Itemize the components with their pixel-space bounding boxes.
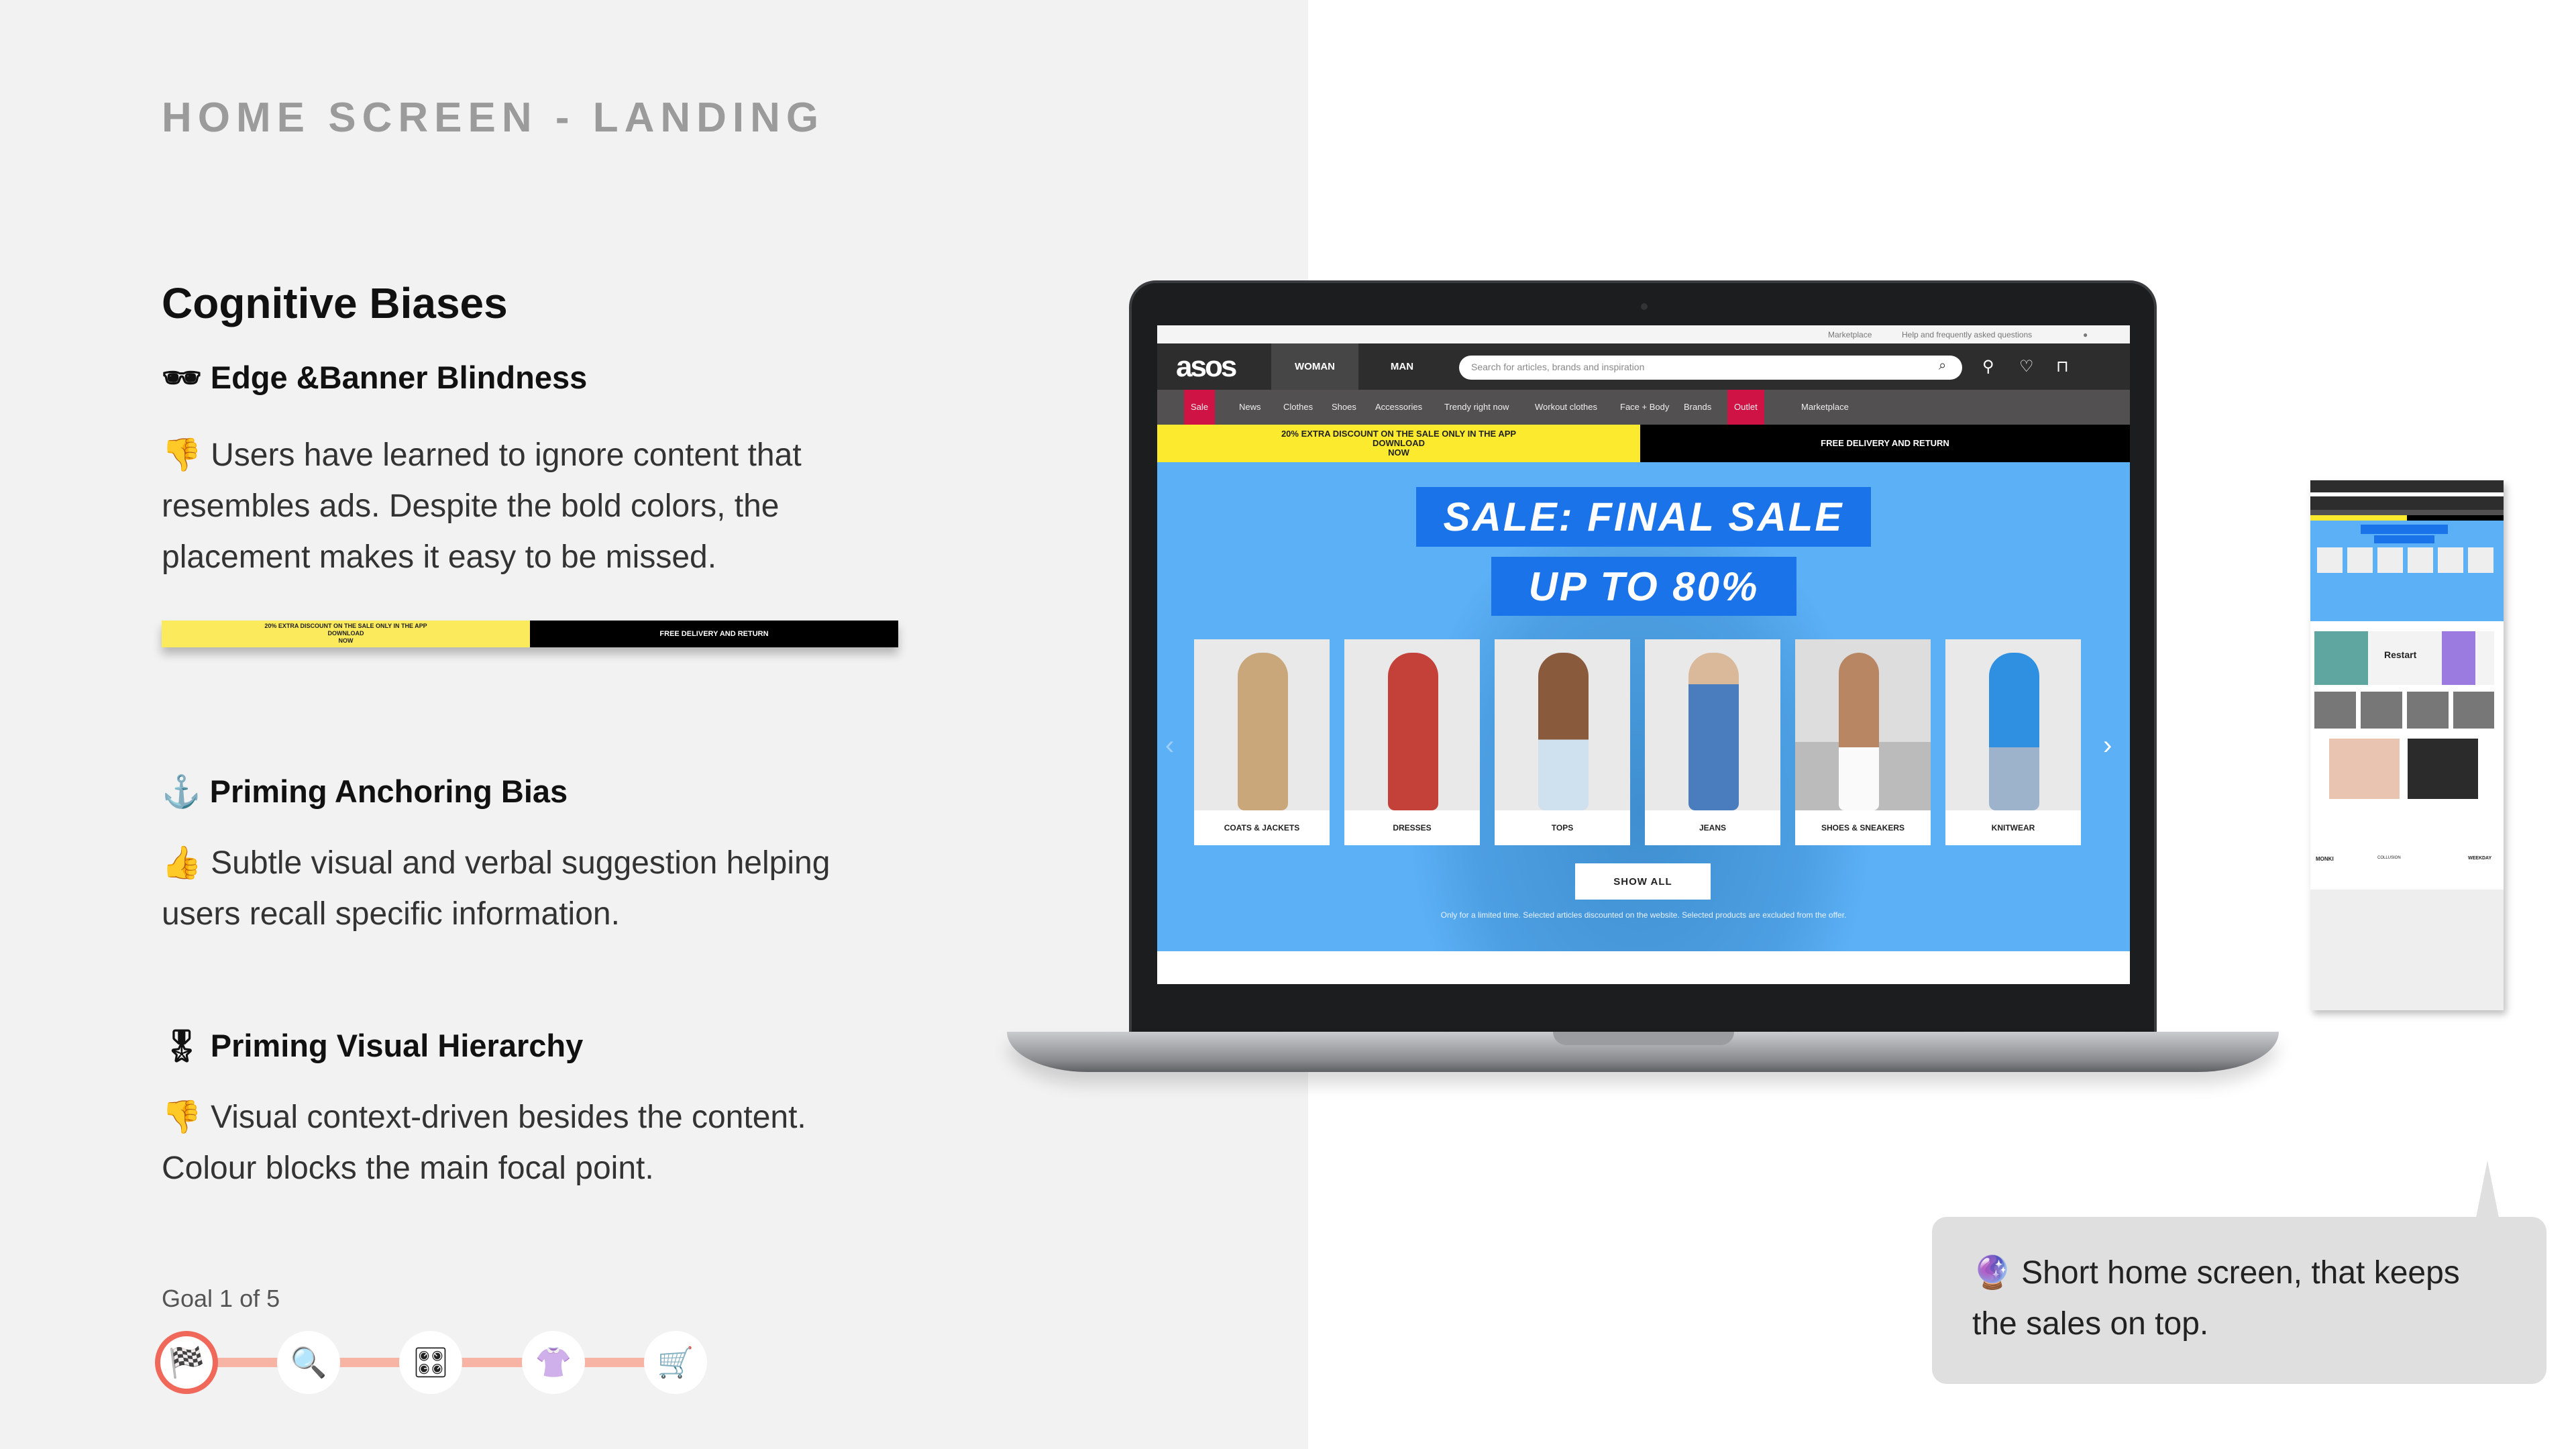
heart-icon[interactable]: ♡ [2019, 357, 2034, 376]
thumb-tiles [2314, 692, 2494, 729]
nav-sale[interactable]: Sale [1184, 390, 1216, 425]
site-header: asos WOMAN MAN Search for articles, bran… [1157, 343, 2130, 390]
thumb-hero-sub [2374, 535, 2434, 543]
account-icon[interactable]: ⚲ [1982, 357, 1994, 376]
thumb-cards [2317, 547, 2497, 573]
section-title: Cognitive Biases [162, 279, 508, 327]
country-flag-icon[interactable]: ● [2083, 330, 2088, 339]
category-card[interactable]: DRESSES [1344, 639, 1480, 845]
goal-step-checkered-flag-icon[interactable]: 🏁 [155, 1331, 218, 1394]
nav-clothes[interactable]: Clothes [1277, 390, 1320, 425]
thumb-banner [2407, 515, 2504, 521]
thumb-valentine [2329, 739, 2400, 799]
bag-icon[interactable]: ⊓ [2056, 357, 2069, 376]
bias-description: 👍 Subtle visual and verbal suggestion he… [162, 845, 830, 932]
speech-bubble: 🔮 Short home screen, that keeps the sale… [1932, 1217, 2546, 1384]
thumbs-down-icon: 👎 [162, 1099, 202, 1135]
marketplace-link[interactable]: Marketplace [1828, 330, 1872, 339]
category-card[interactable]: KNITWEAR [1945, 639, 2081, 845]
bias-description: 👎 Users have learned to ignore content t… [162, 437, 802, 575]
goal-progress-label: Goal 1 of 5 [162, 1285, 280, 1312]
page-title: HOME SCREEN - LANDING [162, 95, 825, 141]
help-link[interactable]: Help and frequently asked questions [1902, 330, 2032, 339]
free-delivery-banner: FREE DELIVERY AND RETURN [530, 621, 898, 647]
utility-bar: Marketplace Help and frequently asked qu… [1157, 325, 2130, 343]
category-card[interactable]: JEANS [1645, 639, 1780, 845]
app-discount-banner: 20% EXTRA DISCOUNT ON THE SALE ONLY IN T… [162, 621, 530, 647]
goal-step-cart-icon[interactable]: 🛒 [644, 1331, 707, 1394]
anchor-icon: ⚓ [162, 773, 201, 809]
asos-logo[interactable]: asos [1176, 350, 1237, 384]
thumbs-up-icon: 👍 [162, 845, 202, 881]
thumb-brand: COLLUSION [2377, 856, 2401, 860]
thumbs-down-icon: 👎 [162, 437, 202, 473]
app-discount-banner[interactable]: 20% EXTRA DISCOUNT ON THE SALE ONLY IN T… [1157, 425, 1640, 462]
show-all-button[interactable]: SHOW ALL [1575, 863, 1711, 900]
nav-face-body[interactable]: Face + Body [1613, 390, 1676, 425]
goal-step-magnifier-icon[interactable]: 🔍 [277, 1331, 340, 1394]
thumb-cookie-bar [2310, 480, 2504, 492]
nav-trendy[interactable]: Trendy right now [1438, 390, 1515, 425]
nav-outlet[interactable]: Outlet [1727, 390, 1764, 425]
nav-brands[interactable]: Brands [1677, 390, 1718, 425]
promo-banner-sample: 20% EXTRA DISCOUNT ON THE SALE ONLY IN T… [162, 621, 898, 647]
thumb-header [2310, 496, 2504, 510]
website-screenshot: Marketplace Help and frequently asked qu… [1157, 325, 2130, 984]
carousel-next-icon[interactable]: › [2103, 731, 2112, 761]
hero-title: SALE: FINAL SALE [1416, 487, 1871, 547]
tab-woman[interactable]: WOMAN [1271, 343, 1358, 390]
category-card[interactable]: TOPS [1495, 639, 1630, 845]
hero-subtitle: UP TO 80% [1491, 557, 1796, 616]
thumb-new-logo [2408, 739, 2478, 799]
nav-shoes[interactable]: Shoes [1325, 390, 1363, 425]
free-delivery-banner[interactable]: FREE DELIVERY AND RETURN [1640, 425, 2130, 462]
sale-disclaimer: Only for a limited time. Selected articl… [1440, 910, 1847, 920]
thumb-brand: WEEKDAY [2468, 856, 2492, 861]
nav-marketplace[interactable]: Marketplace [1794, 390, 1856, 425]
bias-heading: ⚓ Priming Anchoring Bias [162, 773, 568, 809]
thumb-brand: MONKI [2316, 856, 2334, 862]
category-nav: Sale News Clothes Shoes Accessories Tren… [1157, 390, 2130, 425]
crystal-ball-icon: 🔮 [1972, 1255, 2012, 1291]
tab-man[interactable]: MAN [1358, 343, 1446, 390]
category-card[interactable]: COATS & JACKETS [1194, 639, 1330, 845]
category-card[interactable]: SHOES & SNEAKERS [1795, 639, 1931, 845]
bias-heading: 🎖 Priming Visual Hierarchy [162, 1028, 584, 1063]
laptop-notch [1553, 1032, 1734, 1045]
thumb-footer [2310, 890, 2504, 1010]
left-panel [0, 0, 1308, 1449]
medal-icon: 🎖 [162, 1028, 202, 1063]
thumb-nav [2310, 510, 2504, 515]
camera [1641, 303, 1648, 310]
goal-step-control-knobs-icon[interactable]: 🎛 [399, 1331, 462, 1394]
thumb-hero-title [2361, 525, 2448, 534]
full-page-thumbnail: Restart MONKI COLLUSION WEEKDAY [2310, 480, 2504, 1010]
thumb-banner [2310, 515, 2407, 521]
bias-heading: 🕶 Edge &Banner Blindness [162, 360, 588, 395]
search-icon[interactable]: ⌕ [1939, 358, 1946, 374]
nav-news[interactable]: News [1232, 390, 1268, 425]
nav-accessories[interactable]: Accessories [1368, 390, 1429, 425]
search-input[interactable]: Search for articles, brands and inspirat… [1459, 356, 1962, 380]
sunglasses-icon: 🕶 [162, 360, 202, 395]
carousel-prev-icon[interactable]: ‹ [1165, 731, 1174, 761]
speech-bubble-tail [2475, 1161, 2500, 1221]
thumb-restart-title: Restart [2384, 649, 2417, 660]
bias-description: 👎 Visual context-driven besides the cont… [162, 1099, 806, 1186]
sale-hero: SALE: FINAL SALE UP TO 80% ‹ › COATS & J… [1157, 462, 2130, 951]
goal-step-blouse-icon[interactable]: 👚 [522, 1331, 585, 1394]
nav-workout[interactable]: Workout clothes [1528, 390, 1604, 425]
